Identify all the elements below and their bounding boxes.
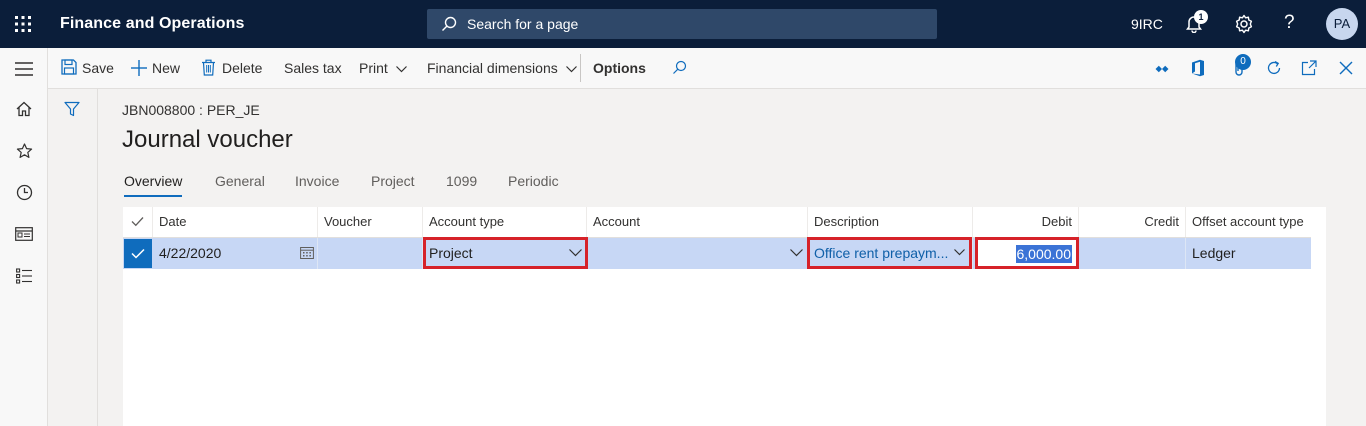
recent-clock-icon[interactable] — [16, 184, 33, 201]
options-tab[interactable]: Options — [593, 48, 646, 88]
tab-overview[interactable]: Overview — [124, 173, 183, 197]
tab-invoice[interactable]: Invoice — [295, 173, 339, 189]
credit-field[interactable] — [1079, 238, 1186, 269]
close-icon[interactable] — [1339, 61, 1353, 75]
offset-account-type-field[interactable]: Ledger — [1186, 238, 1311, 269]
print-menu-button[interactable]: Print — [359, 48, 407, 88]
column-header-account-type[interactable]: Account type — [423, 207, 587, 237]
save-icon — [61, 59, 77, 75]
table-row[interactable]: 4/22/2020 Project Office rent prepaym...… — [123, 237, 1311, 269]
row-select-checkbox[interactable] — [124, 239, 152, 268]
power-apps-icon[interactable] — [1155, 62, 1169, 76]
journal-lines-grid: Date Voucher Account type Account Descri… — [123, 207, 1326, 426]
notification-count-badge: 1 — [1194, 10, 1208, 24]
date-value: 4/22/2020 — [159, 245, 222, 261]
search-placeholder: Search for a page — [467, 16, 579, 32]
app-launcher-icon[interactable] — [14, 15, 32, 33]
settings-gear-icon[interactable] — [1234, 14, 1254, 34]
tab-periodic[interactable]: Periodic — [508, 173, 559, 189]
sales-tax-button[interactable]: Sales tax — [284, 48, 342, 88]
modules-list-icon[interactable] — [16, 268, 32, 284]
debit-highlight — [975, 237, 1079, 269]
new-label: New — [152, 60, 181, 76]
delete-label: Delete — [222, 60, 263, 76]
tab-general[interactable]: General — [215, 173, 265, 189]
account-field[interactable] — [587, 238, 808, 269]
chevron-down-icon[interactable] — [790, 249, 803, 257]
plus-icon — [131, 60, 147, 76]
column-header-date[interactable]: Date — [153, 207, 318, 237]
company-picker[interactable]: 9IRC — [1131, 16, 1163, 32]
select-all-checkbox[interactable] — [123, 207, 153, 237]
user-avatar[interactable]: PA — [1326, 8, 1358, 40]
account-type-highlight — [423, 237, 588, 269]
filter-pane-strip — [48, 89, 98, 426]
page-title: Journal voucher — [122, 126, 293, 153]
office-icon[interactable] — [1191, 59, 1205, 77]
offset-account-type-value: Ledger — [1192, 245, 1236, 261]
app-title[interactable]: Finance and Operations — [60, 15, 244, 33]
description-highlight — [807, 237, 972, 269]
top-nav-bar: Finance and Operations Search for a page… — [0, 0, 1366, 48]
home-icon[interactable] — [16, 101, 32, 117]
column-header-description[interactable]: Description — [808, 207, 973, 237]
attachments-count-badge: 0 — [1235, 54, 1251, 70]
trash-icon — [201, 59, 216, 76]
breadcrumb: JBN008800 : PER_JE — [122, 102, 260, 118]
column-header-debit[interactable]: Debit — [973, 207, 1079, 237]
new-button[interactable]: New — [131, 48, 180, 88]
financial-dimensions-label: Financial dimensions — [427, 60, 558, 76]
open-new-window-icon[interactable] — [1301, 60, 1317, 76]
column-header-account[interactable]: Account — [587, 207, 808, 237]
action-separator — [580, 54, 581, 82]
chevron-down-icon — [395, 65, 407, 73]
action-pane: Save New Delete Sales tax Print Financia… — [48, 48, 1366, 89]
hamburger-menu-icon[interactable] — [15, 62, 33, 76]
action-search-icon[interactable] — [672, 60, 687, 75]
financial-dimensions-menu-button[interactable]: Financial dimensions — [427, 48, 577, 88]
search-box[interactable]: Search for a page — [427, 9, 937, 39]
column-header-voucher[interactable]: Voucher — [318, 207, 423, 237]
tab-project[interactable]: Project — [371, 173, 415, 189]
calendar-icon[interactable] — [300, 246, 314, 259]
column-header-credit[interactable]: Credit — [1079, 207, 1186, 237]
print-label: Print — [359, 60, 388, 76]
help-icon[interactable]: ? — [1284, 12, 1295, 34]
save-label: Save — [82, 60, 114, 76]
delete-button[interactable]: Delete — [201, 48, 262, 88]
refresh-icon[interactable] — [1266, 60, 1282, 76]
filter-icon[interactable] — [64, 101, 80, 117]
tab-1099[interactable]: 1099 — [446, 173, 477, 189]
search-icon — [441, 16, 457, 32]
date-field[interactable]: 4/22/2020 — [153, 238, 318, 269]
save-button[interactable]: Save — [61, 48, 114, 88]
voucher-field[interactable] — [318, 238, 423, 269]
right-margin-area — [1326, 207, 1366, 426]
favorites-star-icon[interactable] — [16, 143, 33, 159]
workspaces-icon[interactable] — [15, 227, 33, 241]
column-header-offset-account-type[interactable]: Offset account type — [1186, 207, 1311, 237]
left-navigation — [0, 48, 48, 426]
chevron-down-icon — [565, 65, 577, 73]
